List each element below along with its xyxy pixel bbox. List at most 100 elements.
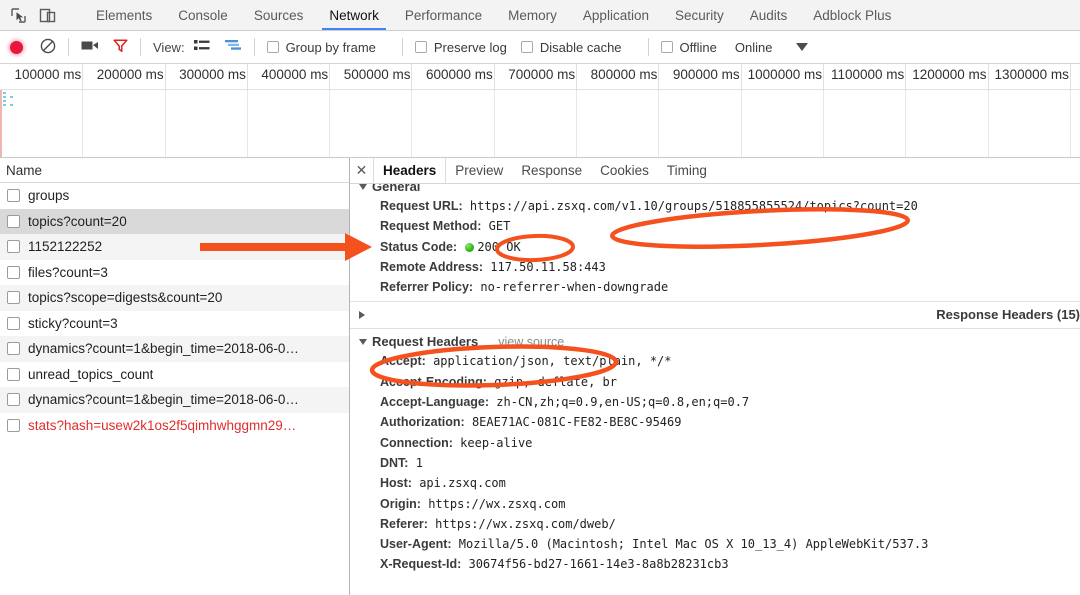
resource-type-icon: [7, 189, 20, 203]
table-row[interactable]: topics?scope=digests&count=20: [0, 285, 349, 311]
tab-application[interactable]: Application: [570, 0, 662, 30]
waterfall-view-icon[interactable]: [224, 39, 242, 55]
tab-application-label: Application: [582, 7, 649, 23]
tab-preview[interactable]: Preview: [446, 158, 512, 183]
overview-column: [329, 90, 411, 157]
request-header-row: Origin: https://wx.zsxq.com: [358, 494, 1080, 514]
capture-screenshots-icon[interactable]: [81, 39, 99, 55]
header-key: User-Agent:: [380, 537, 452, 552]
general-row: Request Method: GET: [358, 216, 1080, 236]
request-list: groups topics?count=20 1152122252 files?…: [0, 183, 349, 595]
tab-response-label: Response: [521, 163, 583, 178]
tab-console[interactable]: Console: [165, 0, 241, 30]
tab-elements-label: Elements: [96, 7, 153, 23]
request-headers-section-header[interactable]: Request Headers view source: [358, 333, 1080, 351]
request-name: groups: [28, 188, 70, 204]
overview-column: [905, 90, 987, 157]
close-icon[interactable]: ✕: [350, 158, 374, 183]
overview-column: [740, 90, 823, 157]
group-by-frame-label: Group by frame: [285, 39, 376, 55]
resource-type-icon: [7, 214, 20, 228]
tab-sources[interactable]: Sources: [241, 0, 317, 30]
table-row[interactable]: stats?hash=usew2k1os2f5qimhwhggmn29…: [0, 413, 349, 439]
header-key: Accept:: [380, 354, 426, 369]
header-key: Referrer Policy:: [380, 280, 474, 295]
view-source-link[interactable]: view source: [498, 333, 564, 351]
tab-response[interactable]: Response: [512, 158, 591, 183]
request-header-row: Accept-Encoding: gzip, deflate, br: [358, 372, 1080, 392]
tab-performance[interactable]: Performance: [392, 0, 495, 30]
table-row[interactable]: 1152122252: [0, 234, 349, 260]
overview-column: [1069, 90, 1080, 157]
details-tabbar: ✕ Headers Preview Response Cookies Timin…: [350, 158, 1080, 184]
header-key: Accept-Encoding:: [380, 374, 487, 389]
general-row: Status Code: 200 OK: [358, 237, 1080, 257]
ruler-tick: 600000 ms: [411, 64, 493, 89]
network-overview-graph[interactable]: [0, 90, 1080, 158]
request-header-row: Connection: keep-alive: [358, 433, 1080, 453]
tab-security-label: Security: [674, 7, 724, 23]
ruler-tick: 800000 ms: [576, 64, 658, 89]
throttling-value[interactable]: Online: [735, 40, 773, 55]
general-row: Referrer Policy: no-referrer-when-downgr…: [358, 277, 1080, 297]
offline-checkbox[interactable]: Offline: [660, 40, 717, 55]
request-list-panel: Name groups topics?count=20 1152122252 f…: [0, 158, 350, 595]
request-header-row: X-Request-Id: 30674f56-bd27-1661-14e3-8a…: [358, 554, 1080, 574]
header-value: 30674f56-bd27-1661-14e3-8a8b28231cb3: [468, 557, 729, 572]
chevron-down-icon: [359, 339, 367, 346]
device-toolbar-icon[interactable]: [39, 7, 56, 24]
group-by-frame-checkbox[interactable]: Group by frame: [266, 39, 376, 55]
resource-type-icon: [7, 291, 20, 305]
table-row[interactable]: dynamics?count=1&begin_time=2018-06-0…: [0, 387, 349, 413]
header-value: gzip, deflate, br: [494, 374, 618, 389]
table-row[interactable]: unread_topics_count: [0, 362, 349, 388]
overview-column: [164, 90, 247, 157]
table-row[interactable]: dynamics?count=1&begin_time=2018-06-0…: [0, 336, 349, 362]
devtools-panel-tabs: Elements Console Sources Network Perform…: [83, 0, 904, 30]
tab-cookies[interactable]: Cookies: [591, 158, 658, 183]
table-row[interactable]: topics?count=20: [0, 208, 349, 234]
tab-security[interactable]: Security: [662, 0, 737, 30]
header-value: 1: [415, 455, 423, 470]
clear-icon[interactable]: [40, 38, 56, 57]
tab-timing[interactable]: Timing: [658, 158, 716, 183]
disable-cache-checkbox[interactable]: Disable cache: [520, 40, 622, 55]
overview-request-bars: [2, 92, 16, 108]
checkbox-box: [660, 41, 673, 53]
list-view-icon[interactable]: [193, 39, 210, 55]
tab-elements[interactable]: Elements: [83, 0, 165, 30]
preserve-log-label: Preserve log: [433, 39, 507, 55]
column-header-name[interactable]: Name: [0, 158, 349, 183]
ruler-tick: 400000 ms: [246, 64, 329, 89]
tab-network[interactable]: Network: [316, 0, 392, 30]
response-headers-section-header[interactable]: Response Headers (15): [358, 306, 1080, 324]
header-key: Authorization:: [380, 415, 465, 430]
table-row[interactable]: groups: [0, 183, 349, 209]
inspect-element-icon[interactable]: [10, 7, 27, 24]
request-name: topics?count=20: [28, 213, 127, 229]
network-control-bar: View: Group by frame Preserve log Disabl…: [0, 31, 1080, 64]
view-label: View:: [153, 39, 185, 55]
header-value: GET: [488, 219, 511, 234]
resource-type-icon: [7, 393, 20, 407]
resource-type-icon: [7, 367, 20, 381]
tab-adblock-plus-label: Adblock Plus: [813, 7, 892, 23]
request-header-row: User-Agent: Mozilla/5.0 (Macintosh; Inte…: [358, 534, 1080, 554]
tab-network-label: Network: [329, 7, 379, 23]
tab-memory[interactable]: Memory: [495, 0, 570, 30]
request-name: sticky?count=3: [28, 315, 118, 331]
tab-audits[interactable]: Audits: [737, 0, 801, 30]
tab-headers[interactable]: Headers: [373, 158, 447, 183]
devtools-window: Elements Console Sources Network Perform…: [0, 0, 1080, 595]
tab-adblock-plus[interactable]: Adblock Plus: [800, 0, 904, 30]
overview-column: [576, 90, 658, 157]
resource-type-icon: [7, 316, 20, 330]
preserve-log-checkbox[interactable]: Preserve log: [414, 39, 507, 55]
table-row[interactable]: files?count=3: [0, 260, 349, 286]
header-key: Request Method:: [380, 219, 482, 234]
record-button-icon[interactable]: [10, 40, 23, 54]
chevron-down-icon[interactable]: [796, 43, 809, 51]
table-row[interactable]: sticky?count=3: [0, 311, 349, 337]
filter-funnel-icon[interactable]: [113, 38, 128, 56]
request-name: files?count=3: [28, 264, 108, 280]
